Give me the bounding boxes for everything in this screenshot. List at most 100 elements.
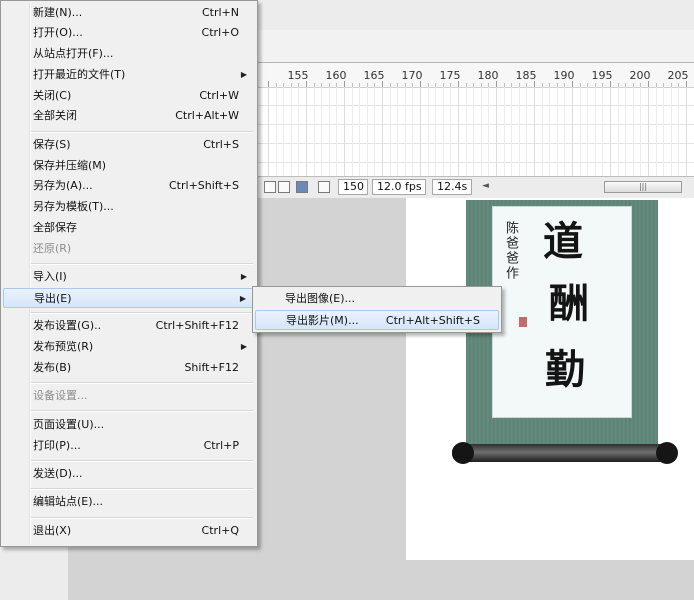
menu-separator [31, 382, 253, 384]
frame-cell-divider [625, 87, 627, 177]
menu-item-new[interactable]: 新建(N)... Ctrl+N [3, 3, 255, 23]
frame-cell-divider [313, 87, 315, 177]
workspace-background [68, 546, 256, 600]
frame-cell-divider [435, 87, 437, 177]
frame-cell-divider [686, 87, 687, 177]
menu-item-label: 从站点打开(F)... [33, 47, 114, 60]
menu-item-open[interactable]: 打开(O)... Ctrl+O [3, 23, 255, 43]
frame-cell-divider [458, 87, 459, 177]
onion-skin-outline-icon[interactable] [296, 181, 308, 193]
menu-item-shortcut: Shift+F12 [184, 361, 239, 374]
frame-cell-divider [496, 87, 497, 177]
menu-item-send[interactable]: 发送(D)... [3, 464, 255, 484]
frame-number-label: 180 [477, 69, 499, 82]
frame-number-label: 185 [515, 69, 537, 82]
menu-separator [31, 263, 253, 265]
menu-item-save-as-template[interactable]: 另存为模板(T)... [3, 197, 255, 217]
menu-item-shortcut: Ctrl+S [203, 138, 239, 151]
menu-item-save-all[interactable]: 全部保存 [3, 218, 255, 238]
timeline-panel[interactable]: 155 160 165 170 175 180 185 190 195 200 205 [256, 62, 694, 177]
menu-separator [31, 131, 253, 133]
frame-cell-divider [602, 87, 604, 177]
menu-item-save-and-compact[interactable]: 保存并压缩(M) [3, 156, 255, 176]
onion-skin-icon[interactable] [278, 181, 290, 193]
menu-item-label: 打印(P)... [33, 439, 81, 452]
elapsed-time-field: 12.4s [432, 179, 472, 195]
menu-item-label: 另存为模板(T)... [33, 200, 114, 213]
frame-cell-divider [328, 87, 330, 177]
scroll-rod [452, 444, 676, 462]
menu-item-export[interactable]: 导出(E) ▶ [3, 288, 255, 308]
menu-item-page-setup[interactable]: 页面设置(U)... [3, 415, 255, 435]
menu-item-label: 新建(N)... [33, 6, 83, 19]
frame-cell-divider [450, 87, 452, 177]
frame-cell-divider [511, 87, 513, 177]
frame-number-label: 165 [363, 69, 385, 82]
frame-number-label: 160 [325, 69, 347, 82]
frame-number-label: 155 [287, 69, 309, 82]
menu-item-publish[interactable]: 发布(B) Shift+F12 [3, 358, 255, 378]
frame-cell-divider [290, 87, 292, 177]
frame-cell-divider [518, 87, 520, 177]
menu-item-label: 关闭(C) [33, 89, 72, 102]
frame-cell-divider [587, 87, 589, 177]
frame-cell-divider [526, 87, 528, 177]
frame-cell-divider [503, 87, 505, 177]
menu-item-exit[interactable]: 退出(X) Ctrl+Q [3, 521, 255, 541]
menu-separator [31, 488, 253, 490]
frame-cell-divider [268, 87, 269, 177]
menu-item-import[interactable]: 导入(I) ▶ [3, 267, 255, 287]
frame-cell-divider [663, 87, 665, 177]
frame-cell-divider [359, 87, 361, 177]
menu-item-close-all[interactable]: 全部关闭 Ctrl+Alt+W [3, 106, 255, 126]
file-menu: 新建(N)... Ctrl+N 打开(O)... Ctrl+O 从站点打开(F)... 打… [0, 0, 258, 547]
frame-cell-divider [488, 87, 490, 177]
menu-item-shortcut: Ctrl+Alt+W [175, 109, 239, 122]
menu-item-open-recent[interactable]: 打开最近的文件(T) ▶ [3, 65, 255, 85]
menu-item-label: 发送(D)... [33, 467, 83, 480]
menu-item-label: 发布设置(G).. [33, 319, 102, 332]
submenu-item-export-image[interactable]: 导出图像(E)... [255, 289, 499, 309]
current-frame-field: 150 [338, 179, 368, 195]
menu-item-label: 导出(E) [34, 292, 72, 305]
frame-rate-field: 12.0 fps [372, 179, 426, 195]
frame-cell-divider [275, 87, 277, 177]
frame-cell-divider [427, 87, 429, 177]
calligraphy-character-1: 道 [543, 218, 583, 265]
frame-cell-divider [374, 87, 376, 177]
menu-item-device-settings: 设备设置... [3, 386, 255, 406]
menu-item-publish-settings[interactable]: 发布设置(G).. Ctrl+Shift+F12 [3, 316, 255, 336]
menu-item-shortcut: Ctrl+W [199, 89, 239, 102]
menu-separator [31, 517, 253, 519]
menu-item-save-as[interactable]: 另存为(A)... Ctrl+Shift+S [3, 176, 255, 196]
frame-cell-divider [389, 87, 391, 177]
menu-item-close[interactable]: 关闭(C) Ctrl+W [3, 86, 255, 106]
menu-item-edit-sites[interactable]: 编辑站点(E)... [3, 492, 255, 512]
frame-cell-divider [382, 87, 383, 177]
menu-item-publish-preview[interactable]: 发布预览(R) ▶ [3, 337, 255, 357]
submenu-item-label: 导出影片(M)... [286, 314, 359, 327]
submenu-item-export-movie[interactable]: 导出影片(M)... Ctrl+Alt+Shift+S [255, 310, 499, 330]
menu-item-open-from-site[interactable]: 从站点打开(F)... [3, 44, 255, 64]
timeline-ruler: 155 160 165 170 175 180 185 190 195 200 205 [256, 63, 694, 88]
edit-multiple-frames-icon[interactable] [318, 181, 330, 193]
menu-separator [31, 410, 253, 412]
frame-cell-divider [366, 87, 368, 177]
frame-cell-divider [397, 87, 399, 177]
menu-item-shortcut: Ctrl+Shift+S [169, 179, 239, 192]
center-frame-icon[interactable] [264, 181, 276, 193]
frame-cell-divider [556, 87, 558, 177]
menu-item-save[interactable]: 保存(S) Ctrl+S [3, 135, 255, 155]
timeline-horizontal-scrollbar[interactable]: ||| [604, 181, 682, 193]
menu-item-label: 发布(B) [33, 361, 72, 374]
menu-item-label: 退出(X) [33, 524, 72, 537]
frame-number-label: 205 [667, 69, 689, 82]
frame-cell-divider [344, 87, 345, 177]
calligraphy-signature: 陈爸爸作 [503, 221, 518, 281]
menu-item-label: 导入(I) [33, 270, 67, 283]
scroll-left-icon[interactable]: ◄ [482, 181, 489, 191]
seal-stamp [519, 317, 527, 327]
frame-cell-divider [579, 87, 581, 177]
menu-item-print[interactable]: 打印(P)... Ctrl+P [3, 436, 255, 456]
frame-cell-divider [412, 87, 414, 177]
